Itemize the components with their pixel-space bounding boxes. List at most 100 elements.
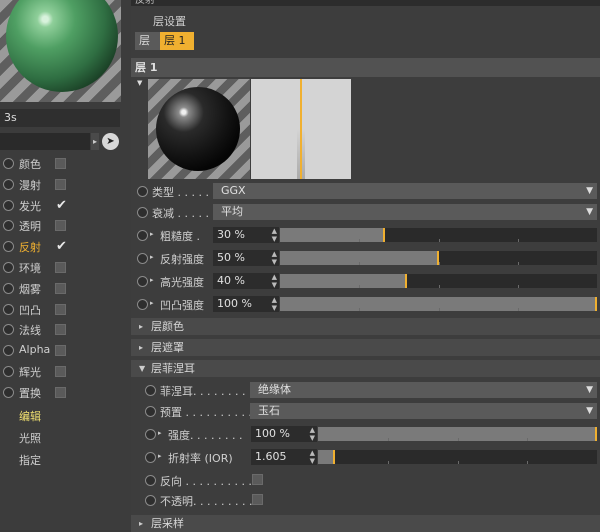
channel-checkbox[interactable] bbox=[55, 178, 66, 190]
channel-checkbox[interactable] bbox=[55, 324, 66, 336]
keyframe-radio[interactable] bbox=[137, 299, 148, 310]
keyframe-radio[interactable] bbox=[137, 253, 148, 264]
channel-checkbox[interactable] bbox=[55, 303, 66, 315]
expand-triangle-icon[interactable]: ▸ bbox=[150, 230, 154, 238]
collapse-triangle-icon: ▼ bbox=[139, 364, 146, 373]
keyframe-radio[interactable] bbox=[3, 303, 14, 315]
keyframe-radio[interactable] bbox=[145, 495, 156, 506]
channel-item[interactable]: 法线 bbox=[0, 320, 131, 340]
tab-layer-1[interactable]: 层 1 bbox=[160, 32, 194, 50]
sub-item-edit[interactable]: 编辑 bbox=[19, 408, 41, 424]
channel-item[interactable]: 透明 bbox=[0, 216, 131, 236]
keyframe-radio[interactable] bbox=[137, 186, 148, 197]
roughness-field[interactable]: 30 % ▲ ▼ bbox=[213, 227, 279, 243]
keyframe-radio[interactable] bbox=[137, 230, 148, 241]
specular-field[interactable]: 40 % ▲ ▼ bbox=[213, 273, 279, 289]
keyframe-radio[interactable] bbox=[3, 262, 14, 273]
picker-cursor-icon[interactable]: ➤ bbox=[102, 133, 119, 150]
tab-layer[interactable]: 层 bbox=[135, 32, 161, 50]
specular-label: 高光强度 bbox=[160, 276, 204, 289]
collapse-triangle-icon[interactable]: ▼ bbox=[137, 79, 142, 87]
keyframe-radio[interactable] bbox=[3, 199, 14, 211]
channel-item[interactable]: 凹凸 bbox=[0, 300, 131, 320]
layer-preview[interactable] bbox=[148, 79, 250, 179]
specular-slider[interactable] bbox=[280, 274, 597, 288]
channel-item[interactable]: 反射 ✔ bbox=[0, 237, 131, 257]
channel-item[interactable]: 漫射 bbox=[0, 175, 131, 195]
type-row: 类型 . . . . . . GGX ▼ bbox=[131, 181, 600, 201]
material-name-field[interactable]: 3s bbox=[0, 109, 120, 127]
opaque-checkbox[interactable] bbox=[252, 494, 263, 505]
search-input[interactable] bbox=[0, 133, 90, 150]
keyframe-radio[interactable] bbox=[145, 385, 156, 396]
reflect-strength-field[interactable]: 50 % ▲ ▼ bbox=[213, 250, 279, 266]
keyframe-radio[interactable] bbox=[145, 429, 156, 440]
keyframe-radio[interactable] bbox=[145, 406, 156, 417]
strength-slider[interactable] bbox=[318, 427, 597, 441]
expand-triangle-icon: ▸ bbox=[139, 322, 144, 331]
channel-item[interactable]: 烟雾 bbox=[0, 279, 131, 299]
keyframe-radio[interactable] bbox=[3, 324, 14, 336]
checkmark-icon[interactable]: ✔ bbox=[55, 240, 67, 253]
attenuation-dropdown[interactable]: 平均 ▼ bbox=[213, 204, 597, 220]
layer-fresnel-section[interactable]: ▼ 层菲涅耳 bbox=[131, 360, 600, 377]
keyframe-radio[interactable] bbox=[3, 220, 14, 232]
keyframe-radio[interactable] bbox=[3, 158, 14, 169]
expand-triangle-icon[interactable]: ▸ bbox=[158, 429, 162, 437]
channel-item[interactable]: 置换 bbox=[0, 383, 131, 403]
ior-slider[interactable] bbox=[318, 450, 597, 464]
channel-item[interactable]: 辉光 bbox=[0, 362, 131, 382]
strength-field[interactable]: 100 % ▲ ▼ bbox=[251, 426, 317, 442]
panel-top-bar: 反射 bbox=[131, 0, 600, 6]
channel-item[interactable]: Alpha bbox=[0, 341, 131, 361]
bump-field[interactable]: 100 % ▲ ▼ bbox=[213, 296, 279, 312]
layer-sampling-section[interactable]: ▸ 层采样 bbox=[131, 515, 600, 532]
ior-field[interactable]: 1.605 ▲ ▼ bbox=[251, 449, 317, 465]
keyframe-radio[interactable] bbox=[137, 276, 148, 287]
material-preview[interactable] bbox=[0, 0, 121, 102]
expand-triangle-icon[interactable]: ▸ bbox=[150, 253, 154, 261]
channel-checkbox[interactable] bbox=[55, 282, 66, 294]
chevron-down-icon: ▼ bbox=[586, 207, 593, 217]
keyframe-radio[interactable] bbox=[137, 207, 148, 218]
keyframe-radio[interactable] bbox=[145, 475, 156, 486]
keyframe-radio[interactable] bbox=[3, 178, 14, 190]
expand-triangle-icon[interactable]: ▸ bbox=[150, 276, 154, 284]
channel-label: 烟雾 bbox=[19, 282, 41, 296]
roughness-slider[interactable] bbox=[280, 228, 597, 242]
channel-checkbox[interactable] bbox=[55, 158, 66, 169]
expand-triangle-icon[interactable]: ▸ bbox=[158, 452, 162, 460]
layer-mask-section[interactable]: ▸ 层遮罩 bbox=[131, 339, 600, 356]
channel-item[interactable]: 发光 ✔ bbox=[0, 196, 131, 216]
fresnel-label: 菲涅耳. . . . . . . . . . bbox=[160, 385, 260, 398]
sub-item-illumination[interactable]: 光照 bbox=[19, 430, 41, 446]
fresnel-dropdown[interactable]: 绝缘体 ▼ bbox=[250, 382, 597, 398]
expand-arrow-icon[interactable]: ▸ bbox=[91, 133, 99, 150]
channel-checkbox[interactable] bbox=[55, 345, 66, 357]
channel-checkbox[interactable] bbox=[55, 366, 66, 377]
keyframe-radio[interactable] bbox=[3, 345, 14, 357]
keyframe-radio[interactable] bbox=[3, 366, 14, 377]
sub-item-assign[interactable]: 指定 bbox=[19, 452, 41, 468]
checkmark-icon[interactable]: ✔ bbox=[55, 199, 67, 212]
type-dropdown[interactable]: GGX ▼ bbox=[213, 183, 597, 199]
channel-checkbox[interactable] bbox=[55, 262, 66, 273]
channel-checkbox[interactable] bbox=[55, 220, 66, 232]
channel-item[interactable]: 环境 bbox=[0, 258, 131, 278]
attenuation-label: 衰减 . . . . . . bbox=[152, 207, 216, 220]
keyframe-radio[interactable] bbox=[3, 282, 14, 294]
expand-triangle-icon[interactable]: ▸ bbox=[150, 299, 154, 307]
preset-dropdown[interactable]: 玉石 ▼ bbox=[250, 403, 597, 419]
keyframe-radio[interactable] bbox=[3, 386, 14, 398]
channel-checkbox[interactable] bbox=[55, 386, 66, 398]
invert-row: 反向 . . . . . . . . . . bbox=[131, 470, 600, 490]
bump-slider[interactable] bbox=[280, 297, 597, 311]
channel-item[interactable]: 颜色 bbox=[0, 154, 131, 174]
invert-checkbox[interactable] bbox=[252, 474, 263, 485]
channel-label: 环境 bbox=[19, 262, 41, 275]
reflect-strength-slider[interactable] bbox=[280, 251, 597, 265]
keyframe-radio[interactable] bbox=[3, 241, 14, 253]
layer-color-section[interactable]: ▸ 层颜色 bbox=[131, 318, 600, 335]
layer1-section-header[interactable]: 层 1 bbox=[131, 58, 600, 77]
keyframe-radio[interactable] bbox=[145, 452, 156, 463]
